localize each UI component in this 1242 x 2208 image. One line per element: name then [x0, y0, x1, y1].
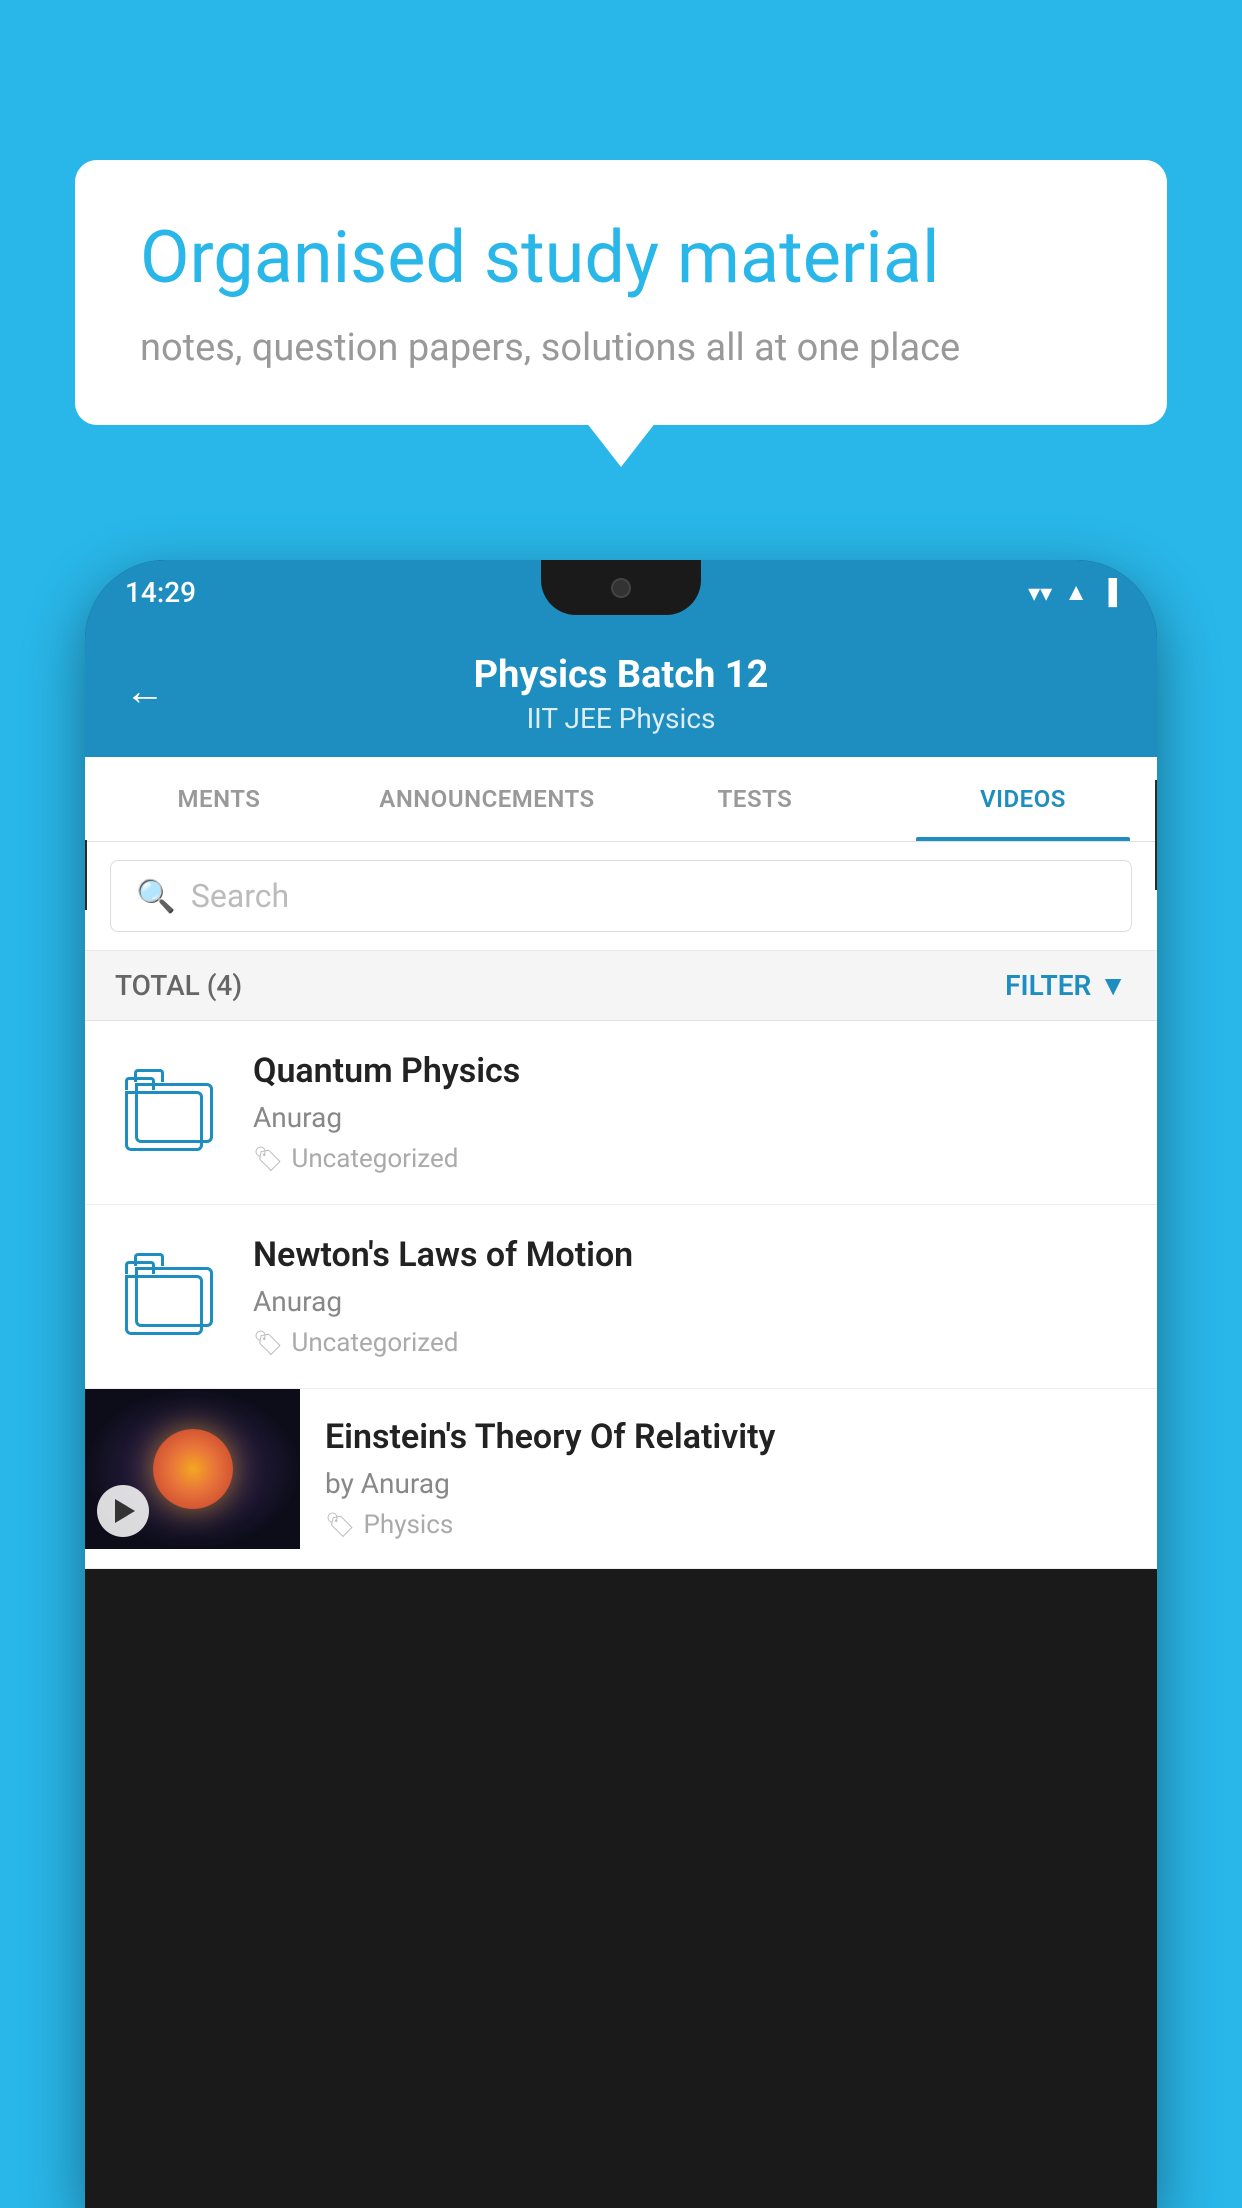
tab-bar: MENTS ANNOUNCEMENTS TESTS VIDEOS [85, 757, 1157, 842]
bubble-title: Organised study material [140, 215, 1102, 301]
phone-frame: 14:29 ▾▾ ▲ ▐ ← Physics Batch 12 IIT JEE … [85, 560, 1157, 2208]
filter-label: FILTER [1005, 969, 1091, 1002]
video-author: Anurag [253, 1101, 1127, 1134]
search-bar[interactable]: 🔍 Search [110, 860, 1132, 932]
tab-announcements[interactable]: ANNOUNCEMENTS [353, 757, 621, 841]
tab-ments[interactable]: MENTS [85, 757, 353, 841]
video-tag: 🏷 Physics [325, 1510, 1132, 1540]
wifi-icon: ▾▾ [1028, 579, 1052, 607]
video-folder-icon [115, 1051, 225, 1161]
video-title: Newton's Laws of Motion [253, 1235, 1127, 1275]
tab-videos[interactable]: VIDEOS [889, 757, 1157, 841]
tag-icon: 🏷 [325, 1511, 355, 1539]
video-tag: 🏷 Uncategorized [253, 1328, 1127, 1358]
status-time: 14:29 [125, 576, 196, 609]
search-placeholder: Search [191, 877, 289, 915]
video-thumbnail [85, 1389, 300, 1549]
video-list: Quantum Physics Anurag 🏷 Uncategorized [85, 1021, 1157, 1569]
video-author: by Anurag [325, 1467, 1132, 1500]
video-title: Quantum Physics [253, 1051, 1127, 1091]
thumbnail-image [153, 1429, 233, 1509]
filter-button[interactable]: FILTER ▼ [1005, 969, 1127, 1002]
signal-icon: ▲ [1064, 578, 1088, 607]
list-item[interactable]: Einstein's Theory Of Relativity by Anura… [85, 1389, 1157, 1569]
video-author: Anurag [253, 1285, 1127, 1318]
header-title: Physics Batch 12 [125, 653, 1117, 697]
search-container: 🔍 Search [85, 842, 1157, 951]
tab-tests[interactable]: TESTS [621, 757, 889, 841]
status-icons: ▾▾ ▲ ▐ [1028, 578, 1117, 607]
list-item[interactable]: Quantum Physics Anurag 🏷 Uncategorized [85, 1021, 1157, 1205]
play-button[interactable] [97, 1485, 149, 1537]
status-bar: 14:29 ▾▾ ▲ ▐ [85, 560, 1157, 625]
filter-bar: TOTAL (4) FILTER ▼ [85, 951, 1157, 1021]
notch [541, 560, 701, 615]
bubble-subtitle: notes, question papers, solutions all at… [140, 326, 1102, 370]
tag-icon: 🏷 [253, 1145, 283, 1173]
video-info: Newton's Laws of Motion Anurag 🏷 Uncateg… [253, 1235, 1127, 1358]
tag-icon: 🏷 [253, 1329, 283, 1357]
header-subtitle: IIT JEE Physics [125, 702, 1117, 735]
filter-icon: ▼ [1099, 969, 1127, 1002]
video-folder-icon [115, 1235, 225, 1345]
video-tag: 🏷 Uncategorized [253, 1144, 1127, 1174]
volume-button [85, 840, 87, 910]
total-count: TOTAL (4) [115, 969, 242, 1002]
video-info: Quantum Physics Anurag 🏷 Uncategorized [253, 1051, 1127, 1174]
app-header: ← Physics Batch 12 IIT JEE Physics [85, 625, 1157, 757]
search-icon: 🔍 [136, 877, 176, 915]
video-info: Einstein's Theory Of Relativity by Anura… [300, 1389, 1157, 1568]
play-icon [115, 1499, 135, 1523]
speech-bubble: Organised study material notes, question… [75, 160, 1167, 425]
video-title: Einstein's Theory Of Relativity [325, 1417, 1132, 1457]
battery-icon: ▐ [1100, 578, 1117, 607]
back-button[interactable]: ← [125, 668, 165, 715]
list-item[interactable]: Newton's Laws of Motion Anurag 🏷 Uncateg… [85, 1205, 1157, 1389]
camera [611, 578, 631, 598]
